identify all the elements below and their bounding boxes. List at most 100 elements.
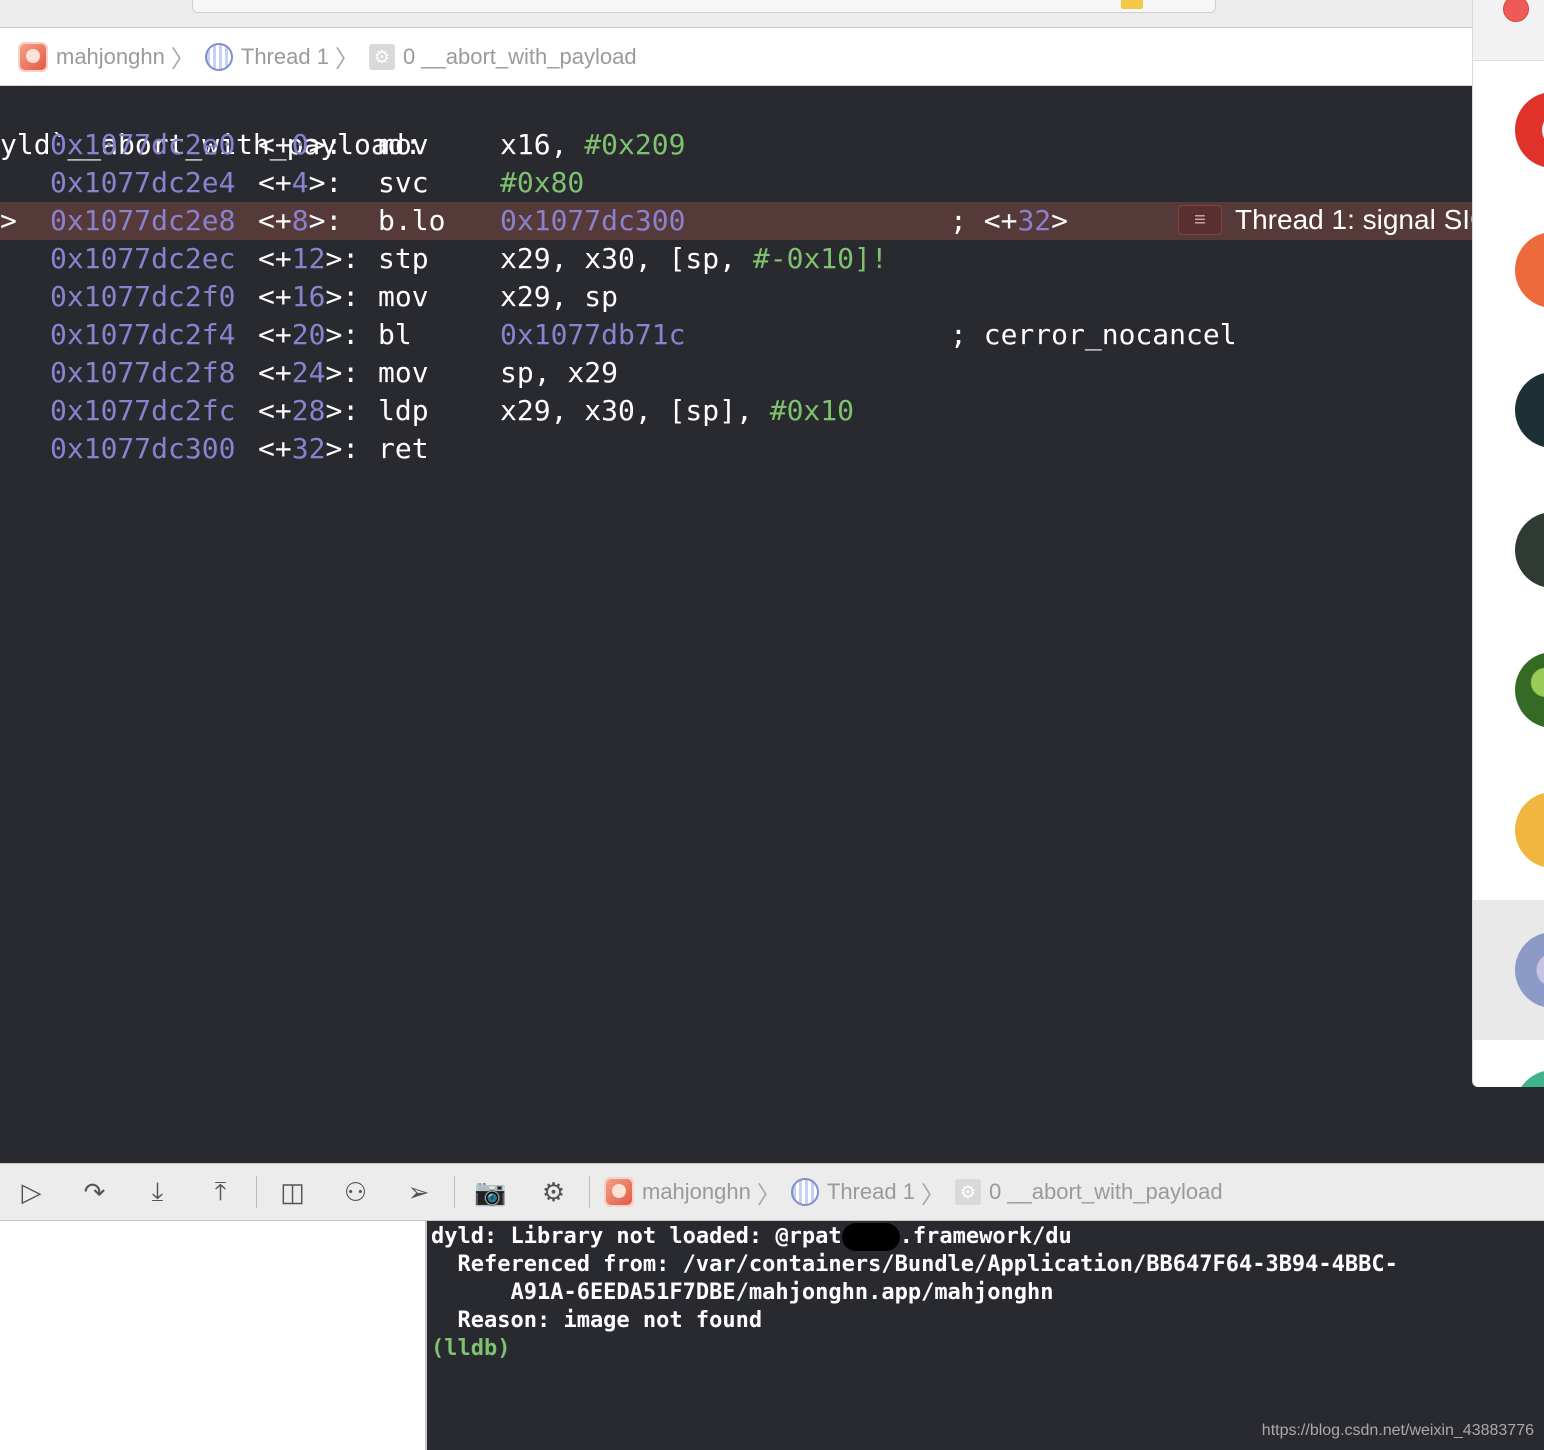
location-icon: ➢ [407,1176,430,1207]
avatar[interactable] [1515,512,1544,588]
chevron-right-icon: 〉 [920,1181,945,1209]
gear-frame-icon: ⚙ [954,1179,981,1205]
breadcrumb-thread-label: Thread 1 [826,1179,915,1204]
chevron-right-icon: 〉 [170,46,195,73]
view-hierarchy-button[interactable]: ◫ [261,1164,324,1220]
console-output[interactable]: dyld: Library not loaded: @rpat .framewor… [427,1221,1544,1450]
symbol-header: yld`__abort_with_payload: [0,88,1472,161]
avatar[interactable] [1515,232,1544,308]
memory-graph-icon: ⚇ [343,1176,368,1207]
avatar[interactable] [1515,652,1544,728]
toolbar-divider [589,1176,590,1208]
console-line: dyld: Library not loaded: @rpat [431,1224,842,1249]
camera-icon: 📷 [474,1176,507,1207]
instruction-row[interactable]: 0x1077dc2fc <+28>: ldp x29, x30, [sp], #0x1… [0,392,1472,430]
instruction-row[interactable]: 0x1077dc2e4 <+4>: svc #0x80 [0,164,1472,202]
thread-icon [790,1178,819,1206]
breadcrumb-frame-label: 0 __abort_with_payload [988,1179,1223,1204]
instruction-comment: ; <+32> [950,204,1069,237]
console-line: Referenced from: /var/containers/Bundle/… [431,1252,1398,1277]
instruction-offset: <+12>: [258,242,360,275]
instruction-offset: <+24>: [258,356,360,389]
breadcrumb-thread[interactable]: Thread 1 [204,42,329,71]
console-line: .framework/du [899,1224,1072,1249]
breadcrumb-app-label: mahjonghn [642,1179,751,1204]
instruction-mnemonic: ldp [378,394,429,427]
instruction-operands: 0x1077db71c [500,318,686,351]
current-instruction-row[interactable]: >0x1077dc2e8 <+8>: b.lo 0x1077dc300 ; <+32> ≡… [0,202,1473,240]
instruction-offset: <+16>: [258,280,360,313]
step-into-button[interactable]: ⤓ [126,1164,189,1220]
breadcrumb-thread-label: Thread 1 [240,43,329,69]
avatar[interactable] [1515,92,1544,168]
instruction-address: 0x1077dc2f4 [50,318,236,351]
memory-graph-button[interactable]: ⚇ [324,1164,387,1220]
warning-icon[interactable] [1121,0,1143,9]
close-button[interactable] [1503,0,1529,22]
gear-icon: ⚙ [541,1176,566,1207]
list-icon[interactable]: ≡ [1178,205,1222,235]
instruction-offset: <+0>: [258,128,343,161]
instruction-address: 0x1077dc2ec [50,242,236,275]
disassembly-editor[interactable]: yld`__abort_with_payload: 0x1077dc2e0 <+0… [0,87,1473,1162]
camera-button[interactable]: 📷 [459,1164,522,1220]
step-into-icon: ⤓ [151,1176,164,1206]
toolbar-divider [454,1176,455,1208]
instruction-operands: x29, x30, [sp], #0x10 [500,394,855,427]
view-hierarchy-icon: ◫ [280,1176,305,1207]
gear-frame-icon: ⚙ [368,43,395,70]
lldb-prompt[interactable]: (lldb) [431,1336,510,1361]
instruction-offset: <+20>: [258,318,360,351]
app-icon [18,41,48,72]
instruction-row[interactable]: 0x1077dc2f8 <+24>: mov sp, x29 [0,354,1472,392]
avatar[interactable] [1515,792,1544,868]
avatar[interactable] [1515,1070,1544,1087]
breadcrumb-frame-label: 0 __abort_with_payload [402,43,637,69]
instruction-address: 0x1077dc2e0 [50,128,236,161]
watermark: https://blog.csdn.net/weixin_43883776 [1261,1422,1534,1439]
instruction-row[interactable]: 0x1077dc2f0 <+16>: mov x29, sp [0,278,1472,316]
instruction-operands: sp, x29 [500,356,619,389]
avatar[interactable] [1515,372,1544,448]
activity-field [192,0,1216,13]
app-icon [604,1177,634,1207]
debug-breadcrumb: mahjonghn 〉 Thread 1 〉 ⚙ 0 __abort_with_… [604,1175,1223,1210]
breadcrumb-thread[interactable]: Thread 1 [790,1178,915,1206]
variables-view[interactable] [0,1221,427,1450]
overlay-window [1472,0,1544,1087]
instruction-row[interactable]: 0x1077dc2f4 <+20>: bl 0x1077db71c ; cerror_n… [0,316,1472,354]
console-line: A91A-6EEDA51F7DBE/mahjonghn.app/mahjongh… [431,1280,1054,1305]
signal-annotation-text: Thread 1: signal SIGABRT [1235,204,1473,235]
gear-button[interactable]: ⚙ [522,1164,585,1220]
chevron-right-icon: 〉 [756,1181,781,1209]
instruction-row[interactable]: 0x1077dc300 <+32>: ret [0,430,1472,468]
instruction-address: 0x1077dc300 [50,432,236,465]
step-over-icon: ↷ [83,1176,106,1207]
editor-jump-bar: mahjonghn 〉 Thread 1 〉 ⚙ 0 __abort_with_… [0,28,1472,86]
instruction-mnemonic: svc [378,166,429,199]
instruction-mnemonic: stp [378,242,429,275]
signal-annotation[interactable]: ≡ Thread 1: signal SIGABRT [1178,204,1473,238]
step-over-button[interactable]: ↷ [63,1164,126,1220]
instruction-address: 0x1077dc2f8 [50,356,236,389]
breadcrumb-frame[interactable]: ⚙ 0 __abort_with_payload [368,43,637,70]
instruction-mnemonic: bl [378,318,412,351]
instruction-operands: x29, x30, [sp, #-0x10]! [500,242,888,275]
continue-button[interactable]: ▷ [0,1164,63,1220]
breadcrumb-app[interactable]: mahjonghn [18,41,165,72]
instruction-mnemonic: mov [378,356,429,389]
step-out-button[interactable]: ⤒ [189,1164,252,1220]
breadcrumb-app-label: mahjonghn [56,43,165,69]
instruction-operands: #0x80 [500,166,585,199]
instruction-row[interactable]: 0x1077dc2ec <+12>: stp x29, x30, [sp, #-0x1… [0,240,1472,278]
instruction-operands: x16, #0x209 [500,128,686,161]
instruction-mnemonic: b.lo [378,204,446,237]
pc-pointer-icon: > [0,204,17,237]
location-button[interactable]: ➢ [387,1164,450,1220]
breadcrumb-frame[interactable]: ⚙ 0 __abort_with_payload [954,1179,1223,1205]
breadcrumb-app[interactable]: mahjonghn [604,1177,751,1207]
instruction-comment: ; cerror_nocancel [950,318,1237,351]
instruction-offset: <+8>: [258,204,343,237]
instruction-row[interactable]: 0x1077dc2e0 <+0>: mov x16, #0x209 [0,126,1472,164]
instruction-offset: <+4>: [258,166,343,199]
